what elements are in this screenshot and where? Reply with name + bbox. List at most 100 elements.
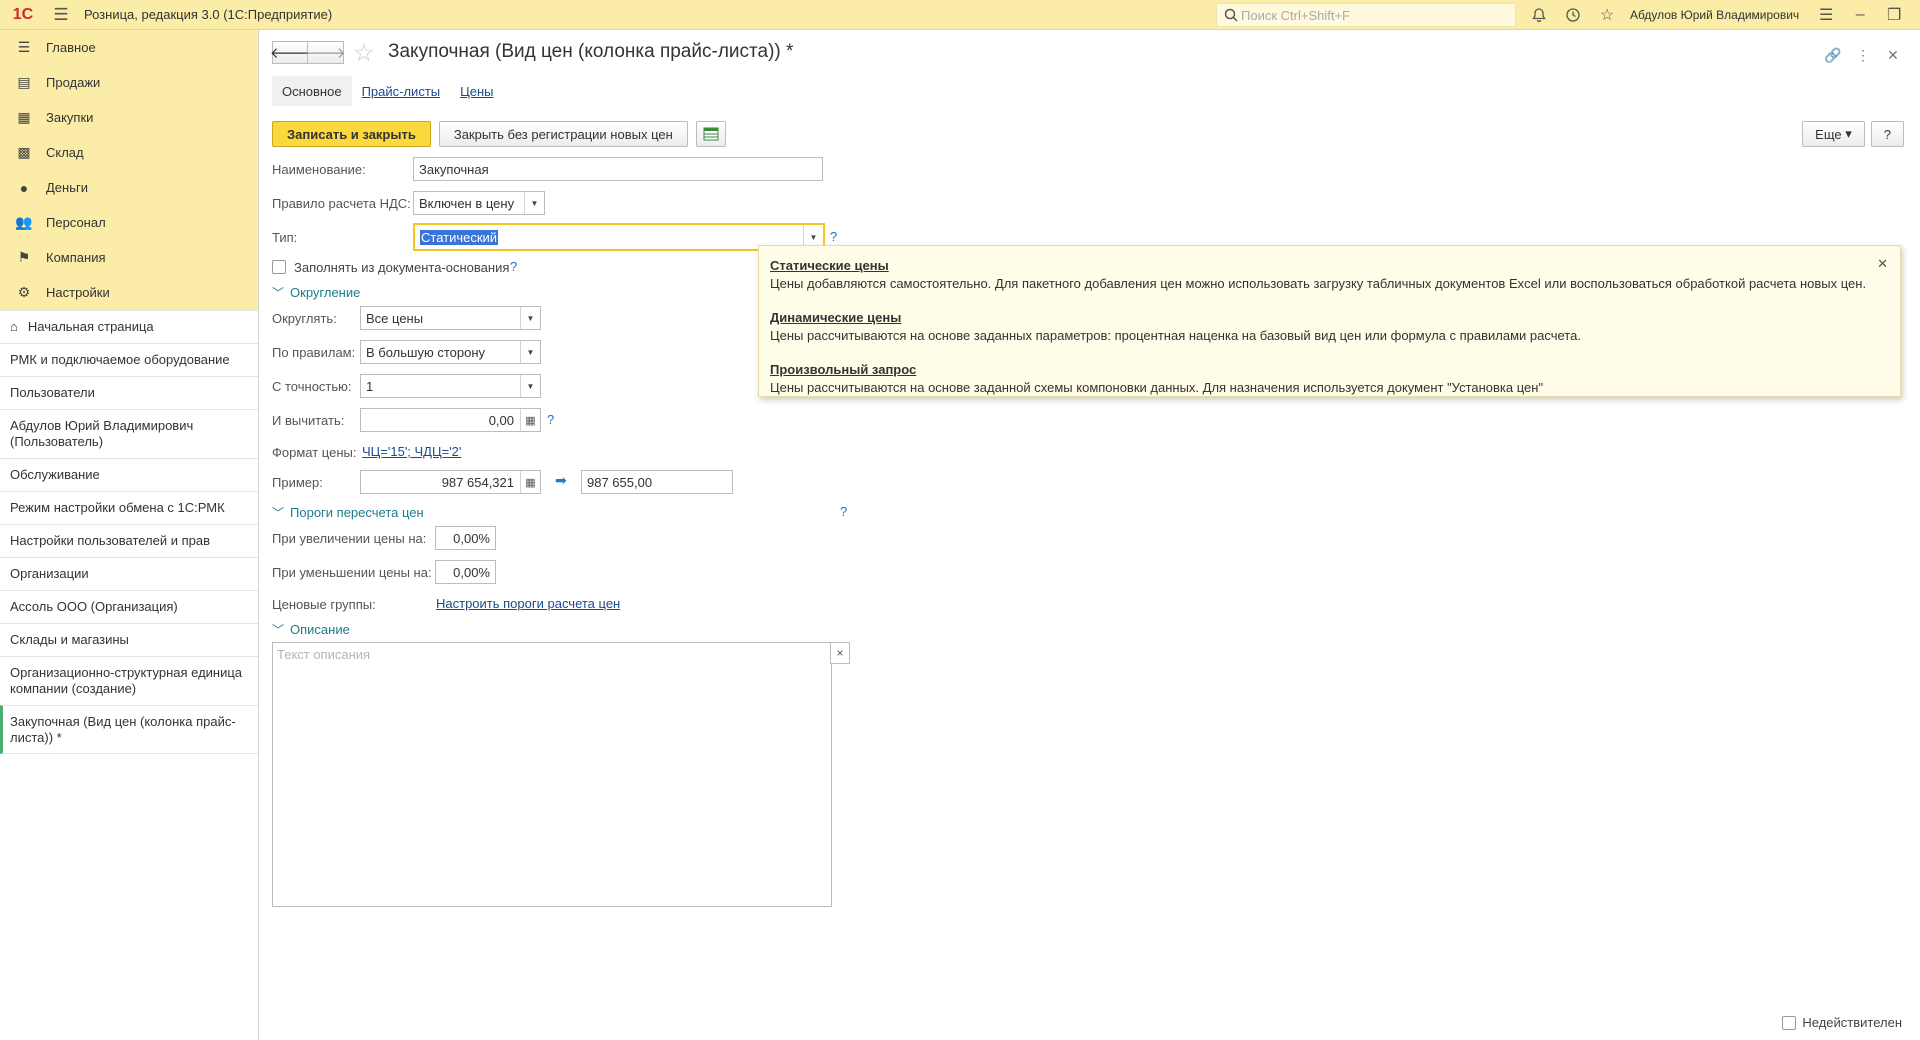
open-window-home[interactable]: ⌂ Начальная страница	[0, 310, 258, 343]
form-title: Закупочная (Вид цен (колонка прайс-листа…	[388, 41, 794, 62]
section-company[interactable]: ⚑ Компания	[0, 240, 258, 275]
open-window-item[interactable]: Организационно-структурная единица компа…	[0, 656, 258, 705]
subtract-input[interactable]: 0,00 ▦	[360, 408, 541, 432]
table-icon[interactable]	[695, 121, 726, 147]
chevron-down-icon[interactable]: ▼	[520, 341, 540, 363]
section-purchases[interactable]: ▦ Закупки	[0, 100, 258, 135]
history-icon[interactable]	[1556, 0, 1590, 30]
basket-icon: ▤	[17, 74, 31, 90]
open-window-item[interactable]: Ассоль ООО (Организация)	[0, 590, 258, 623]
open-window-item[interactable]: Обслуживание	[0, 458, 258, 491]
app-logo: 1С	[12, 5, 34, 23]
global-search[interactable]	[1216, 3, 1516, 27]
open-window-item[interactable]: Пользователи	[0, 376, 258, 409]
open-window-item[interactable]: Склады и магазины	[0, 623, 258, 656]
dynamic-prices-text: Цены рассчитываются на основе заданных п…	[770, 328, 1581, 343]
type-help-popup: ✕ Статические цены Цены добавляются само…	[758, 245, 1901, 397]
more-vertical-icon[interactable]: ⋮	[1848, 40, 1878, 70]
tab-main[interactable]: Основное	[272, 76, 352, 106]
description-textarea[interactable]	[272, 642, 832, 907]
forward-button[interactable]: 🡒	[305, 41, 346, 64]
help-question-icon[interactable]: ?	[830, 229, 837, 244]
search-input[interactable]	[1241, 7, 1511, 23]
link-icon[interactable]: 🔗	[1818, 40, 1848, 70]
vat-select[interactable]: Включен в цену ▼	[413, 191, 545, 215]
example-input[interactable]: 987 654,321 ▦	[360, 470, 541, 494]
example-result-input[interactable]: 987 655,00	[581, 470, 733, 494]
close-form-icon[interactable]: ✕	[1878, 40, 1908, 70]
sections-panel: ☰ Главное ▤ Продажи ▦ Закупки ▩ Склад ● Деньг…	[0, 30, 258, 310]
close-no-reg-button[interactable]: Закрыть без регистрации новых цен	[438, 121, 688, 147]
name-input[interactable]: Закупочная	[413, 157, 823, 181]
minimize-icon[interactable]: –	[1843, 0, 1877, 30]
back-button[interactable]: 🡐	[270, 41, 310, 64]
restore-icon[interactable]: ❐	[1877, 0, 1911, 30]
static-prices-link[interactable]: Статические цены	[770, 258, 1889, 273]
increase-input[interactable]: 0,00%	[435, 526, 496, 550]
ruble-icon: ●	[19, 179, 29, 196]
configure-thresholds-link[interactable]: Настроить пороги расчета цен	[436, 596, 620, 611]
thresholds-group-toggle[interactable]: ﹀ Пороги пересчета цен	[272, 504, 424, 521]
type-label: Тип:	[272, 229, 298, 245]
menu-icon: ☰	[17, 39, 31, 55]
search-icon	[1221, 8, 1241, 22]
round-select[interactable]: Все цены ▼	[360, 306, 541, 330]
close-app-icon[interactable]: ✕	[1911, 0, 1920, 30]
inactive-label: Недействителен	[1802, 1015, 1902, 1030]
section-sales[interactable]: ▤ Продажи	[0, 65, 258, 100]
people-icon: 👥	[15, 214, 33, 230]
tab-price-lists[interactable]: Прайс-листы	[352, 76, 451, 106]
sidebar: ☰ Главное ▤ Продажи ▦ Закупки ▩ Склад ● Деньг…	[0, 30, 259, 1040]
inactive-checkbox[interactable]	[1782, 1015, 1797, 1030]
chevron-down-icon[interactable]: ▼	[520, 375, 540, 397]
favorite-star-icon[interactable]: ☆	[353, 39, 375, 68]
current-user[interactable]: Абдулов Юрий Владимирович	[1630, 8, 1799, 22]
price-format-link[interactable]: ЧЦ='15'; ЧДЦ='2'	[362, 444, 461, 459]
open-window-item-active[interactable]: Закупочная (Вид цен (колонка прайс-листа…	[0, 705, 258, 754]
open-window-item[interactable]: Настройки пользователей и прав	[0, 524, 258, 557]
warehouse-icon: ▩	[17, 144, 31, 160]
precision-select[interactable]: 1 ▼	[360, 374, 541, 398]
calculator-icon[interactable]: ▦	[520, 409, 540, 431]
calculator-icon[interactable]: ▦	[520, 471, 540, 493]
rounding-group-toggle[interactable]: ﹀ Округление	[272, 284, 360, 301]
fill-from-document-checkbox[interactable]	[272, 260, 286, 274]
custom-query-text: Цены рассчитываются на основе заданной с…	[770, 380, 1544, 395]
rule-select[interactable]: В большую сторону ▼	[360, 340, 541, 364]
open-window-item[interactable]: РМК и подключаемое оборудование	[0, 343, 258, 376]
help-button[interactable]: ?	[1870, 121, 1904, 147]
clear-icon[interactable]: ×	[830, 642, 850, 664]
section-settings[interactable]: ⚙ Настройки	[0, 275, 258, 310]
settings-menu-icon[interactable]: ☰	[1809, 0, 1843, 30]
more-button[interactable]: Еще ▾	[1802, 121, 1865, 147]
chevron-down-icon[interactable]: ▼	[524, 192, 544, 214]
home-icon: ⌂	[10, 319, 18, 334]
chevron-down-icon[interactable]: ▼	[520, 307, 540, 329]
description-group-toggle[interactable]: ﹀ Описание	[272, 621, 350, 638]
main-menu-icon[interactable]: ☰	[46, 0, 76, 30]
rule-label: По правилам:	[272, 344, 356, 360]
help-question-icon[interactable]: ?	[840, 504, 847, 519]
open-window-item[interactable]: Организации	[0, 557, 258, 590]
close-icon[interactable]: ✕	[1877, 256, 1888, 272]
favorites-star-icon[interactable]: ☆	[1590, 0, 1624, 30]
decrease-input[interactable]: 0,00%	[435, 560, 496, 584]
dynamic-prices-link[interactable]: Динамические цены	[770, 310, 1889, 325]
fill-from-document-label: Заполнять из документа-основания	[294, 259, 510, 275]
help-question-icon[interactable]: ?	[510, 259, 517, 274]
section-warehouse[interactable]: ▩ Склад	[0, 135, 258, 170]
app-title: Розница, редакция 3.0 (1С:Предприятие)	[84, 7, 333, 22]
section-staff[interactable]: 👥 Персонал	[0, 205, 258, 240]
help-question-icon[interactable]: ?	[547, 412, 554, 427]
open-window-item[interactable]: Абдулов Юрий Владимирович (Пользователь)	[0, 409, 258, 458]
save-close-button[interactable]: Записать и закрыть	[272, 121, 431, 147]
open-window-item[interactable]: Режим настройки обмена с 1С:РМК	[0, 491, 258, 524]
custom-query-link[interactable]: Произвольный запрос	[770, 362, 1889, 377]
increase-label: При увеличении цены на:	[272, 530, 427, 546]
precision-label: С точностью:	[272, 378, 352, 394]
chevron-down-icon: ﹀	[272, 286, 285, 300]
section-money[interactable]: ● Деньги	[0, 170, 258, 205]
bell-icon[interactable]	[1522, 0, 1556, 30]
tab-prices[interactable]: Цены	[450, 76, 503, 106]
section-main[interactable]: ☰ Главное	[0, 30, 258, 65]
